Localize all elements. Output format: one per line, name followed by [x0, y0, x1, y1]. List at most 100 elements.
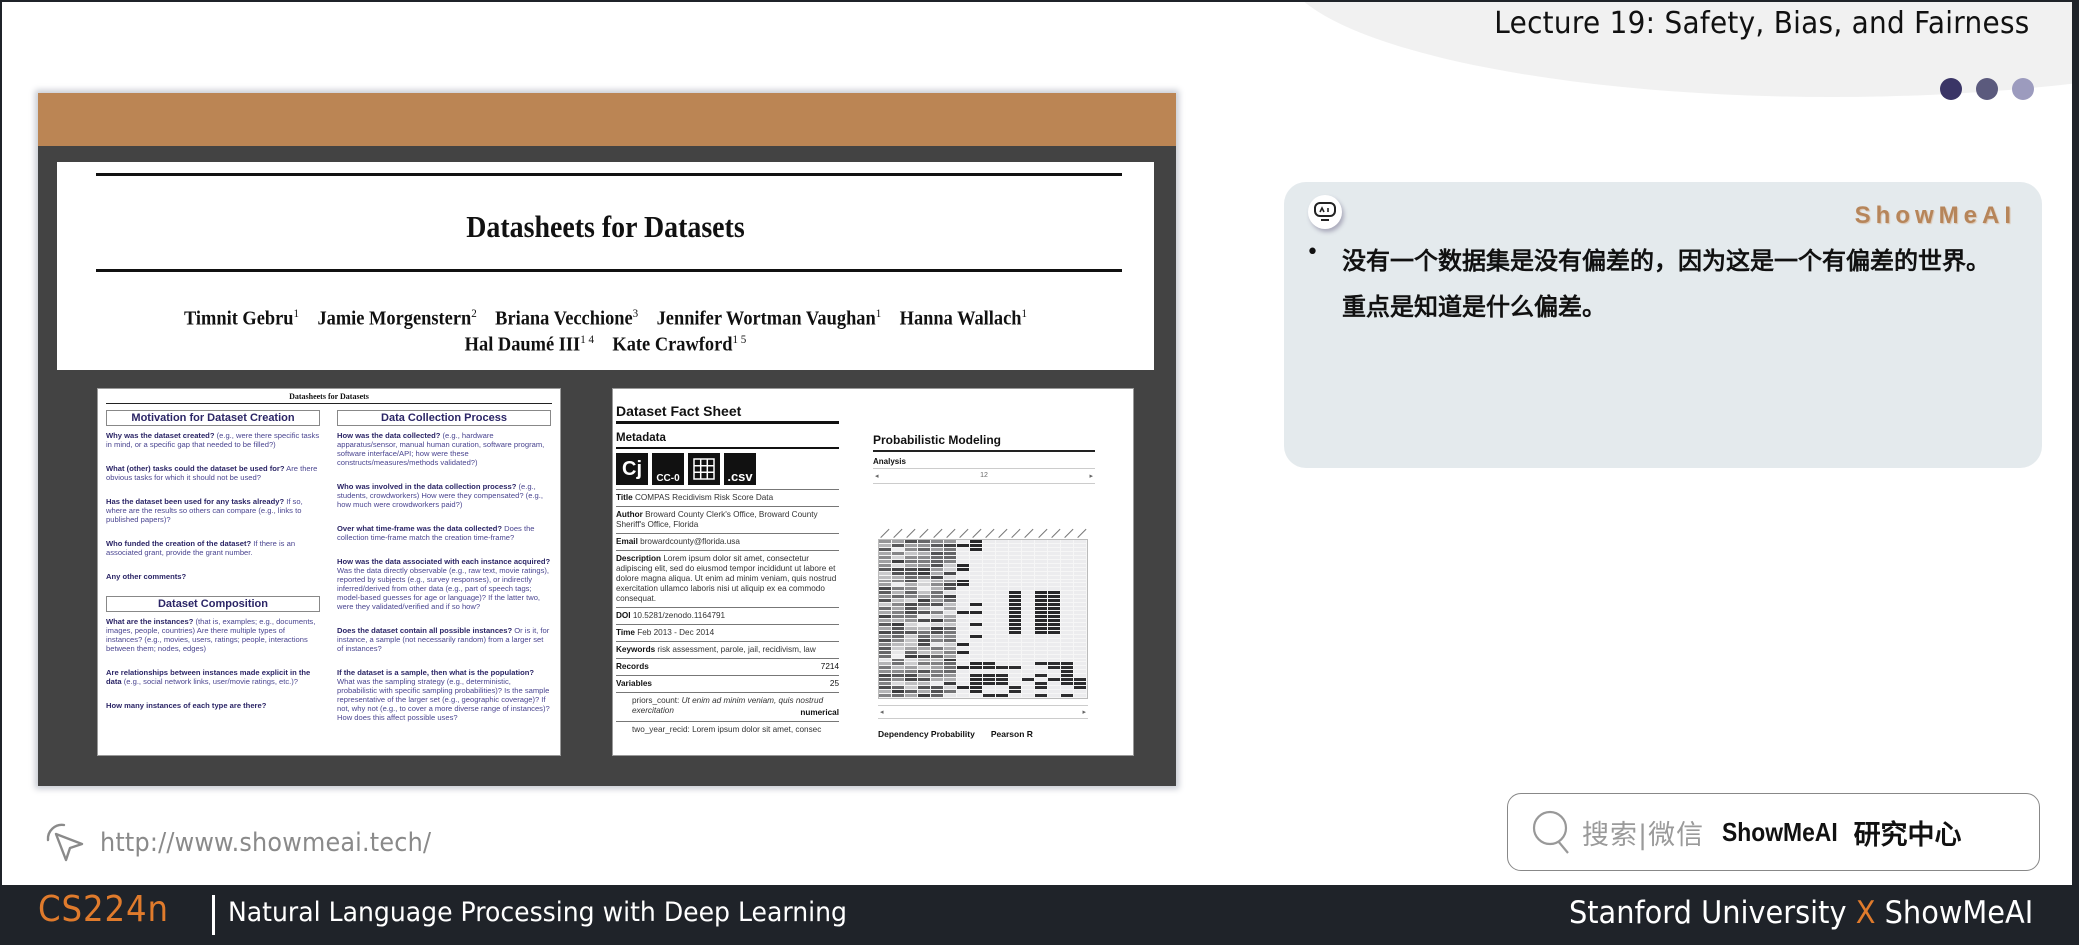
datasheet-question: Over what time-frame was the data collec… — [337, 524, 535, 542]
author-name: Hal Daumé III — [464, 333, 581, 356]
variable-item-2: two_year_recid: Lorem ipsum dolor sit am… — [616, 721, 839, 738]
heatmap-area: ◂ ▸ Dependency Probability Pearson R — [873, 389, 1095, 755]
badge-csv-icon: .csv — [724, 453, 756, 485]
heatmap-cell — [970, 694, 983, 698]
dataset-fact-sheet: Dataset Fact Sheet Metadata Cj CC-0 .csv… — [612, 388, 1134, 756]
author-name: Kate Crawford — [612, 333, 733, 356]
variable-name: priors_count: — [632, 696, 680, 705]
datasheet-question: If the dataset is a sample, then what is… — [337, 668, 550, 722]
heatmap-cell — [931, 694, 944, 698]
metadata-row: Title COMPAS Recidivism Risk Score Data — [616, 489, 839, 506]
heatmap-cell — [918, 694, 931, 698]
partner-right: ShowMeAI — [1884, 895, 2033, 931]
author-name: Timnit Gebru — [183, 307, 294, 330]
author-affiliation: 2 — [471, 306, 477, 320]
pearson-label: Pearson R — [990, 729, 1033, 739]
heatmap-cell — [1035, 694, 1048, 698]
metadata-row: Author Broward County Clerk's Office, Br… — [616, 506, 839, 533]
datasheet-question: What (other) tasks could the dataset be … — [106, 464, 318, 482]
datasheet-question: What are the instances? (that is, exampl… — [106, 617, 316, 653]
dependency-label: Dependency Probability — [878, 729, 975, 739]
search-icon — [1532, 810, 1569, 854]
records-value: 7214 — [820, 662, 839, 671]
showmeai-brand: ShowMeAI — [1854, 202, 2016, 229]
heatmap-scroller: ◂ ▸ — [878, 705, 1088, 719]
datasheet-questions: Datasheets for Datasets Motivation for D… — [97, 388, 561, 756]
heatmap-cell — [1022, 694, 1035, 698]
badge-cj-icon: Cj — [616, 453, 648, 485]
author-name: Jamie Morgenstern — [317, 307, 472, 330]
dot-3 — [2012, 78, 2034, 100]
variables-value: 25 — [829, 679, 839, 688]
dot-2 — [1976, 78, 1998, 100]
variable-item: priors_count: Ut enim ad minim veniam, q… — [616, 692, 839, 721]
search-hint: 搜索|微信 — [1582, 819, 1705, 851]
fact-sheet-metadata: Dataset Fact Sheet Metadata Cj CC-0 .csv… — [616, 403, 839, 738]
partner-left: Stanford University — [1568, 895, 1847, 931]
authors-line-2: Hal Daumé III1 4 Kate Crawford1 5 — [101, 332, 1110, 357]
author-affiliation: 3 — [632, 306, 639, 320]
note-text: 没有一个数据集是没有偏差的，因为这是一个有偏差的世界。重点是知道是什么偏差。 — [1342, 247, 1990, 321]
heatmap-tick — [1022, 526, 1035, 538]
fact-sheet-title: Dataset Fact Sheet — [616, 403, 839, 424]
heatmap-cell — [892, 694, 905, 698]
datasheet-question: Who was involved in the data collection … — [337, 482, 543, 509]
bullet-dot: • — [1306, 240, 1319, 265]
datasheet-right-column: Data Collection Process How was the data … — [337, 410, 551, 737]
website-url[interactable]: http://www.showmeai.tech/ — [100, 828, 431, 858]
heatmap-tick — [1062, 526, 1075, 538]
paper-title: Datasheets for Datasets — [466, 209, 745, 244]
metadata-row: Keywords risk assessment, parole, jail, … — [616, 641, 839, 658]
datasheet-question: Any other comments? — [106, 572, 187, 581]
robot-icon — [1308, 195, 1342, 229]
datasheet-question: Why was the dataset created? (e.g., were… — [106, 431, 320, 449]
heatmap-cell — [905, 694, 918, 698]
scroll-left-icon: ◂ — [880, 709, 884, 716]
partner-x: X — [1855, 895, 1876, 931]
datasheet-left-column: Motivation for Dataset Creation Why was t… — [106, 410, 320, 725]
metadata-row: Email browardcounty@florida.usa — [616, 533, 839, 550]
datasheet-question: Does the dataset contain all possible in… — [337, 626, 550, 653]
badge-table-grid-icon — [688, 453, 720, 485]
cursor-click-icon — [46, 823, 84, 862]
authors-line-1: Timnit Gebru1 Jamie Morgenstern2 Briana … — [101, 306, 1110, 331]
records-label: Records — [616, 662, 649, 671]
search-brand-cn: 研究中心 — [1853, 819, 1962, 851]
author-name: Hanna Wallach — [899, 307, 1022, 330]
metadata-row: Description Lorem ipsum dolor sit amet, … — [616, 550, 839, 607]
metadata-row: DOI 10.5281/zenodo.1164791 — [616, 607, 839, 624]
paper-figure: Datasheets for Datasets Timnit Gebru1 Ja… — [38, 93, 1176, 786]
course-code: CS224n — [38, 889, 169, 930]
heatmap-tick — [1009, 526, 1022, 538]
datasheet-question: How was the data collected? (e.g., hardw… — [337, 431, 545, 467]
heatmap-cell — [1074, 694, 1087, 698]
heatmap-cell — [879, 694, 892, 698]
datasheet-question: Are relationships between instances made… — [106, 668, 311, 686]
showmeai-note-card: ShowMeAI • 没有一个数据集是没有偏差的，因为这是一个有偏差的世界。重点… — [1284, 182, 2042, 468]
heatmap-tick — [904, 526, 917, 538]
heatmap-cell — [1048, 694, 1061, 698]
datasheet-question: How was the data associated with each in… — [337, 557, 551, 611]
datasheet-section-title: Dataset Composition — [106, 596, 320, 612]
datasheet-question: Who funded the creation of the dataset? … — [106, 539, 296, 557]
heatmap-tick — [957, 526, 970, 538]
author-affiliation: 1 5 — [732, 332, 747, 346]
title-rule-bottom — [96, 269, 1122, 272]
heatmap-tick — [917, 526, 930, 538]
variables-label: Variables — [616, 679, 652, 688]
website-link[interactable]: http://www.showmeai.tech/ — [42, 820, 460, 866]
author-affiliation: 1 — [1021, 306, 1028, 320]
bottom-bar: CS224n Natural Language Processing with … — [0, 885, 2079, 945]
author-name: Jennifer Wortman Vaughan — [656, 307, 876, 330]
author-affiliation: 1 — [293, 306, 300, 320]
heatmap-cell — [957, 694, 970, 698]
variable-kind: numerical — [800, 708, 839, 717]
wechat-search-box[interactable]: 搜索|微信 ShowMeAI 研究中心 — [1507, 793, 2040, 871]
slide: Lecture 19: Safety, Bias, and Fairness D… — [2, 2, 2072, 885]
dot-1 — [1940, 78, 1962, 100]
dependency-heatmap — [878, 539, 1088, 699]
scroll-right-icon: ▸ — [1082, 709, 1086, 716]
heatmap-tick — [944, 526, 957, 538]
heatmap-tick — [970, 526, 983, 538]
heatmap-tick — [931, 526, 944, 538]
